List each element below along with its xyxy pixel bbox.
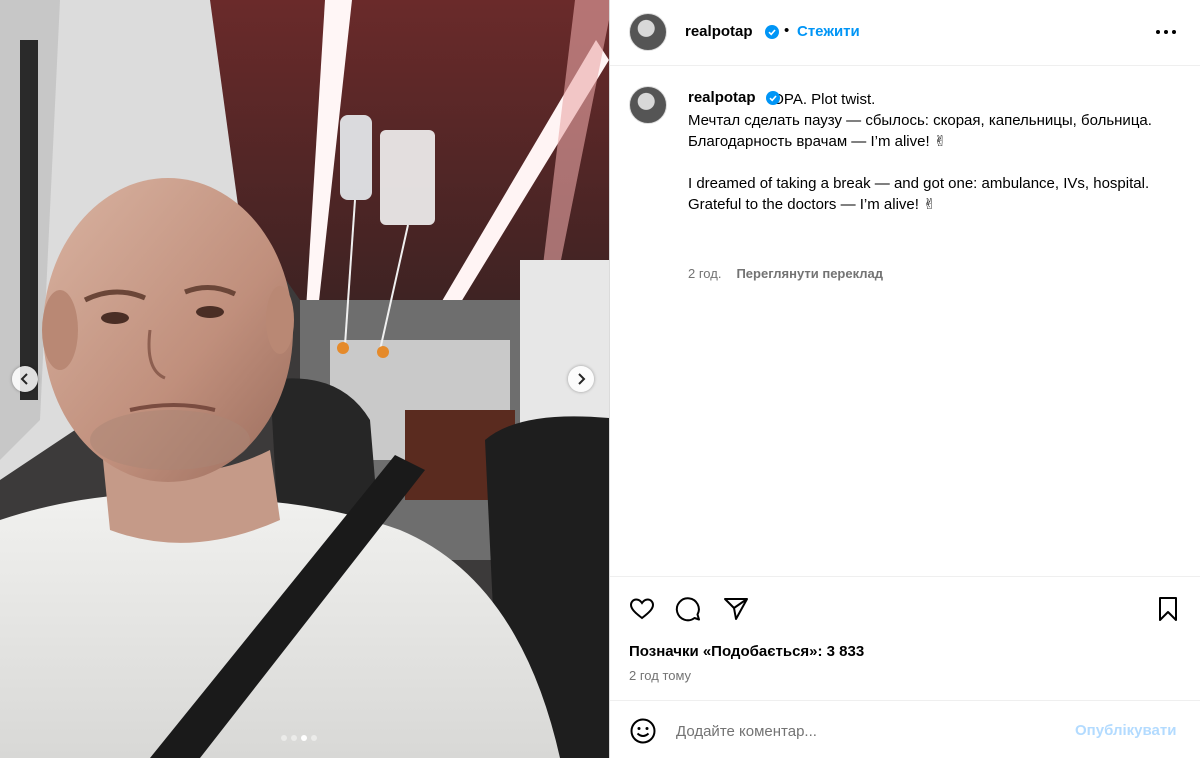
caption-body: Мечтал сделать паузу — сбылось: скорая, … xyxy=(688,112,1152,213)
likes-count[interactable]: Позначки «Подобається»: 3 833 xyxy=(629,643,864,660)
carousel-dot xyxy=(281,735,287,741)
post-header: realpotap • Стежити xyxy=(610,0,1200,66)
follow-button[interactable]: Стежити xyxy=(797,23,860,40)
carousel-dot xyxy=(311,735,317,741)
posted-time[interactable]: 2 год тому xyxy=(629,668,691,683)
carousel-dots xyxy=(281,735,317,741)
verified-badge-icon xyxy=(765,25,779,39)
paper-plane-icon[interactable] xyxy=(722,595,750,623)
caption-author-avatar[interactable] xyxy=(629,86,667,124)
post-sidebar: realpotap • Стежити realpotap✓ OPA. Plot… xyxy=(609,0,1200,758)
chevron-right-icon xyxy=(578,373,586,385)
post-photo[interactable] xyxy=(0,0,609,758)
carousel-next-button[interactable] xyxy=(568,366,594,392)
emoji-icon[interactable] xyxy=(629,717,657,745)
comment-input[interactable] xyxy=(676,718,1066,744)
carousel-prev-button[interactable] xyxy=(12,366,38,392)
header-separator: • xyxy=(784,22,790,39)
chevron-left-icon xyxy=(20,373,28,385)
carousel-dot xyxy=(301,735,307,741)
comment-bar: Опублікувати xyxy=(610,700,1200,758)
heart-icon[interactable] xyxy=(628,595,656,623)
caption-author-username[interactable]: realpotap xyxy=(688,89,756,106)
caption-age: 2 год. xyxy=(688,266,722,281)
publish-button[interactable]: Опублікувати xyxy=(1075,722,1176,739)
comment-icon[interactable] xyxy=(674,595,702,623)
caption-lead: OPA. Plot twist. xyxy=(772,91,876,108)
author-username[interactable]: realpotap xyxy=(685,23,753,40)
bookmark-icon[interactable] xyxy=(1154,595,1182,623)
caption-meta: 2 год. Переглянути переклад xyxy=(688,266,883,281)
carousel-dot xyxy=(291,735,297,741)
translate-link[interactable]: Переглянути переклад xyxy=(736,266,883,281)
caption-text: realpotap✓ OPA. Plot twist. Мечтал сдела… xyxy=(688,89,1168,215)
post-actions: Позначки «Подобається»: 3 833 2 год тому xyxy=(610,576,1200,700)
verified-badge-icon xyxy=(766,91,780,105)
more-options-icon[interactable] xyxy=(1154,22,1178,42)
author-avatar[interactable] xyxy=(629,13,667,51)
ambulance-selfie-image xyxy=(0,0,609,758)
